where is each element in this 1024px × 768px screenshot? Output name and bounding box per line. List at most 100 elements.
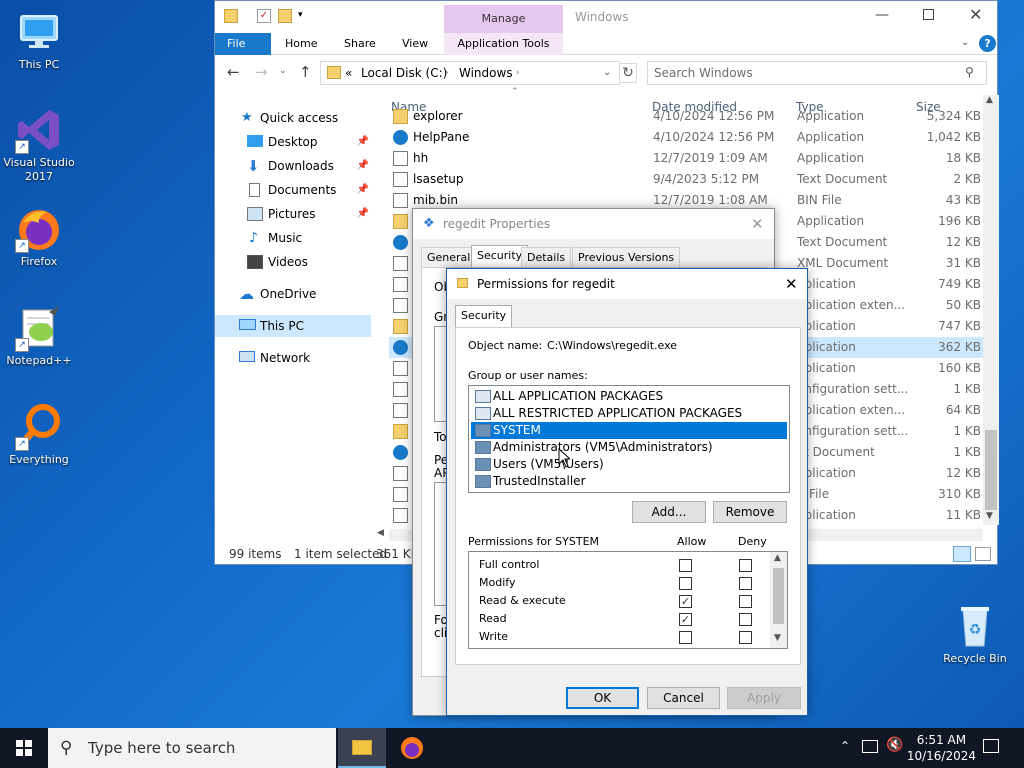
deny-checkbox[interactable] (739, 559, 752, 572)
pin-icon[interactable]: 📌 (357, 203, 369, 225)
refresh-icon[interactable]: ↻ (619, 63, 637, 83)
nav-onedrive[interactable]: ☁ OneDrive (215, 283, 371, 305)
add-button[interactable]: Add... (632, 501, 706, 523)
allow-checkbox[interactable]: ✓ (679, 613, 692, 626)
permissions-scrollbar[interactable]: ▲ ▼ (770, 552, 787, 648)
desktop-icon-this-pc[interactable]: This PC (1, 8, 77, 72)
breadcrumb-local-disk[interactable]: Local Disk (C:) (361, 62, 447, 84)
tab-security[interactable]: Security (471, 245, 529, 268)
taskbar-search-box[interactable]: ⚲ Type here to search (48, 728, 336, 768)
address-dropdown-icon[interactable]: ⌄ (603, 62, 611, 84)
tab-home[interactable]: Home (273, 33, 329, 55)
details-view-icon[interactable] (953, 546, 971, 562)
scroll-up-icon[interactable]: ▲ (774, 553, 781, 563)
taskbar-clock[interactable]: 6:51 AM 10/16/2024 (907, 732, 976, 764)
pin-icon[interactable]: 📌 (357, 155, 369, 177)
scroll-down-icon[interactable]: ▼ (986, 511, 993, 521)
remove-button[interactable]: Remove (713, 501, 787, 523)
scrollbar-thumb[interactable] (773, 568, 784, 624)
breadcrumb-windows[interactable]: Windows (459, 62, 513, 84)
manage-context-tab[interactable]: Manage (444, 5, 563, 33)
group-list-item[interactable]: ALL RESTRICTED APPLICATION PACKAGES (471, 405, 787, 422)
deny-checkbox[interactable] (739, 631, 752, 644)
desktop-icon-notepad-plus-plus[interactable]: ↗ Notepad++ (1, 304, 77, 368)
scroll-down-icon[interactable]: ▼ (774, 633, 781, 643)
taskbar-file-explorer[interactable] (338, 728, 386, 768)
nav-downloads[interactable]: ⬇ Downloads 📌 (215, 155, 371, 177)
allow-checkbox[interactable]: ✓ (679, 595, 692, 608)
forward-arrow-icon[interactable]: → (255, 63, 268, 81)
file-row[interactable]: hh 12/7/2019 1:09 AM Application 18 KB (389, 148, 983, 169)
taskbar-firefox[interactable] (388, 728, 436, 768)
navigation-pane: ★ Quick access Desktop 📌 ⬇ Downloads 📌 D… (215, 101, 375, 541)
group-list-item[interactable]: ALL APPLICATION PACKAGES (471, 388, 787, 405)
group-list-item[interactable]: TrustedInstaller (471, 473, 787, 490)
nav-desktop[interactable]: Desktop 📌 (215, 131, 371, 153)
desktop-icon-recycle-bin[interactable]: ♻ Recycle Bin (937, 602, 1013, 666)
breadcrumb-overflow[interactable]: « (345, 62, 352, 84)
tab-view[interactable]: View (390, 33, 440, 55)
new-folder-icon[interactable] (278, 9, 292, 23)
help-icon[interactable]: ? (979, 35, 996, 52)
file-row[interactable]: lsasetup 9/4/2023 5:12 PM Text Document 2 K… (389, 169, 983, 190)
desktop-icon-visual-studio[interactable]: ↗ Visual Studio 2017 (1, 106, 77, 184)
desktop-icon-everything[interactable]: ↗ Everything (1, 403, 77, 467)
notifications-icon[interactable] (983, 739, 999, 753)
file-list-scrollbar[interactable]: ▲ ▼ (983, 95, 999, 525)
nav-music[interactable]: ♪ Music (215, 227, 371, 249)
scrollbar-thumb[interactable] (985, 430, 997, 510)
back-arrow-icon[interactable]: ← (227, 63, 240, 81)
allow-checkbox[interactable] (679, 559, 692, 572)
cancel-button[interactable]: Cancel (647, 687, 720, 709)
close-button[interactable]: ✕ (969, 5, 982, 24)
apply-button[interactable]: Apply (727, 687, 801, 709)
nav-documents[interactable]: Documents 📌 (215, 179, 371, 201)
group-list-item[interactable]: SYSTEM (471, 422, 787, 439)
recent-locations-icon[interactable]: ⌄ (279, 66, 287, 76)
nav-network[interactable]: Network (215, 347, 371, 369)
minimize-button[interactable]: — (875, 7, 889, 23)
nav-videos[interactable]: Videos (215, 251, 371, 273)
allow-checkbox[interactable] (679, 631, 692, 644)
up-arrow-icon[interactable]: ↑ (299, 63, 312, 81)
group-list-item[interactable]: Administrators (VM5\Administrators) (471, 439, 787, 456)
group-user-list[interactable]: ALL APPLICATION PACKAGES ALL RESTRICTED A… (468, 385, 790, 493)
deny-checkbox[interactable] (739, 613, 752, 626)
tab-file[interactable]: File (215, 33, 271, 55)
group-list-item[interactable]: Users (VM5\Users) (471, 456, 787, 473)
user-group-icon (475, 441, 491, 454)
allow-checkbox[interactable] (679, 577, 692, 590)
file-row[interactable]: explorer 4/10/2024 12:56 PM Application 5,3… (389, 106, 983, 127)
pin-icon[interactable]: 📌 (357, 131, 369, 153)
maximize-button[interactable] (923, 9, 934, 20)
close-button[interactable]: ✕ (785, 269, 798, 299)
volume-muted-icon[interactable]: 🔇 (886, 737, 903, 753)
file-row[interactable]: HelpPane 4/10/2024 12:56 PM Application 1,0… (389, 127, 983, 148)
search-input[interactable]: Search Windows (647, 61, 987, 85)
nav-this-pc[interactable]: This PC (215, 315, 371, 337)
ribbon-collapse-icon[interactable]: ⌄ (961, 37, 969, 48)
large-icons-view-icon[interactable] (975, 547, 991, 561)
nav-quick-access[interactable]: ★ Quick access (215, 107, 371, 129)
deny-checkbox[interactable] (739, 577, 752, 590)
close-button[interactable]: ✕ (751, 209, 764, 239)
tab-share[interactable]: Share (332, 33, 388, 55)
tab-general[interactable]: General (421, 247, 477, 267)
customize-toolbar-icon[interactable]: ▾ (298, 10, 303, 20)
tab-previous-versions[interactable]: Previous Versions (572, 247, 681, 267)
horizontal-scroll-left-icon[interactable]: ◀ (377, 528, 384, 538)
network-status-icon[interactable] (862, 740, 878, 753)
tab-application-tools[interactable]: Application Tools (444, 33, 563, 55)
show-hidden-icons-icon[interactable]: ⌃ (840, 739, 850, 753)
start-button[interactable] (0, 728, 48, 768)
tab-details[interactable]: Details (521, 247, 572, 267)
pin-icon[interactable]: 📌 (357, 179, 369, 201)
ok-button[interactable]: OK (566, 687, 639, 709)
tab-security[interactable]: Security (455, 305, 513, 328)
address-bar[interactable]: « Local Disk (C:) › Windows › ⌄ (320, 61, 620, 85)
deny-checkbox[interactable] (739, 595, 752, 608)
scroll-up-icon[interactable]: ▲ (986, 95, 993, 105)
nav-pictures[interactable]: Pictures 📌 (215, 203, 371, 225)
desktop-icon-firefox[interactable]: ↗ Firefox (1, 205, 77, 269)
properties-checkbox-icon[interactable]: ✓ (257, 9, 271, 23)
